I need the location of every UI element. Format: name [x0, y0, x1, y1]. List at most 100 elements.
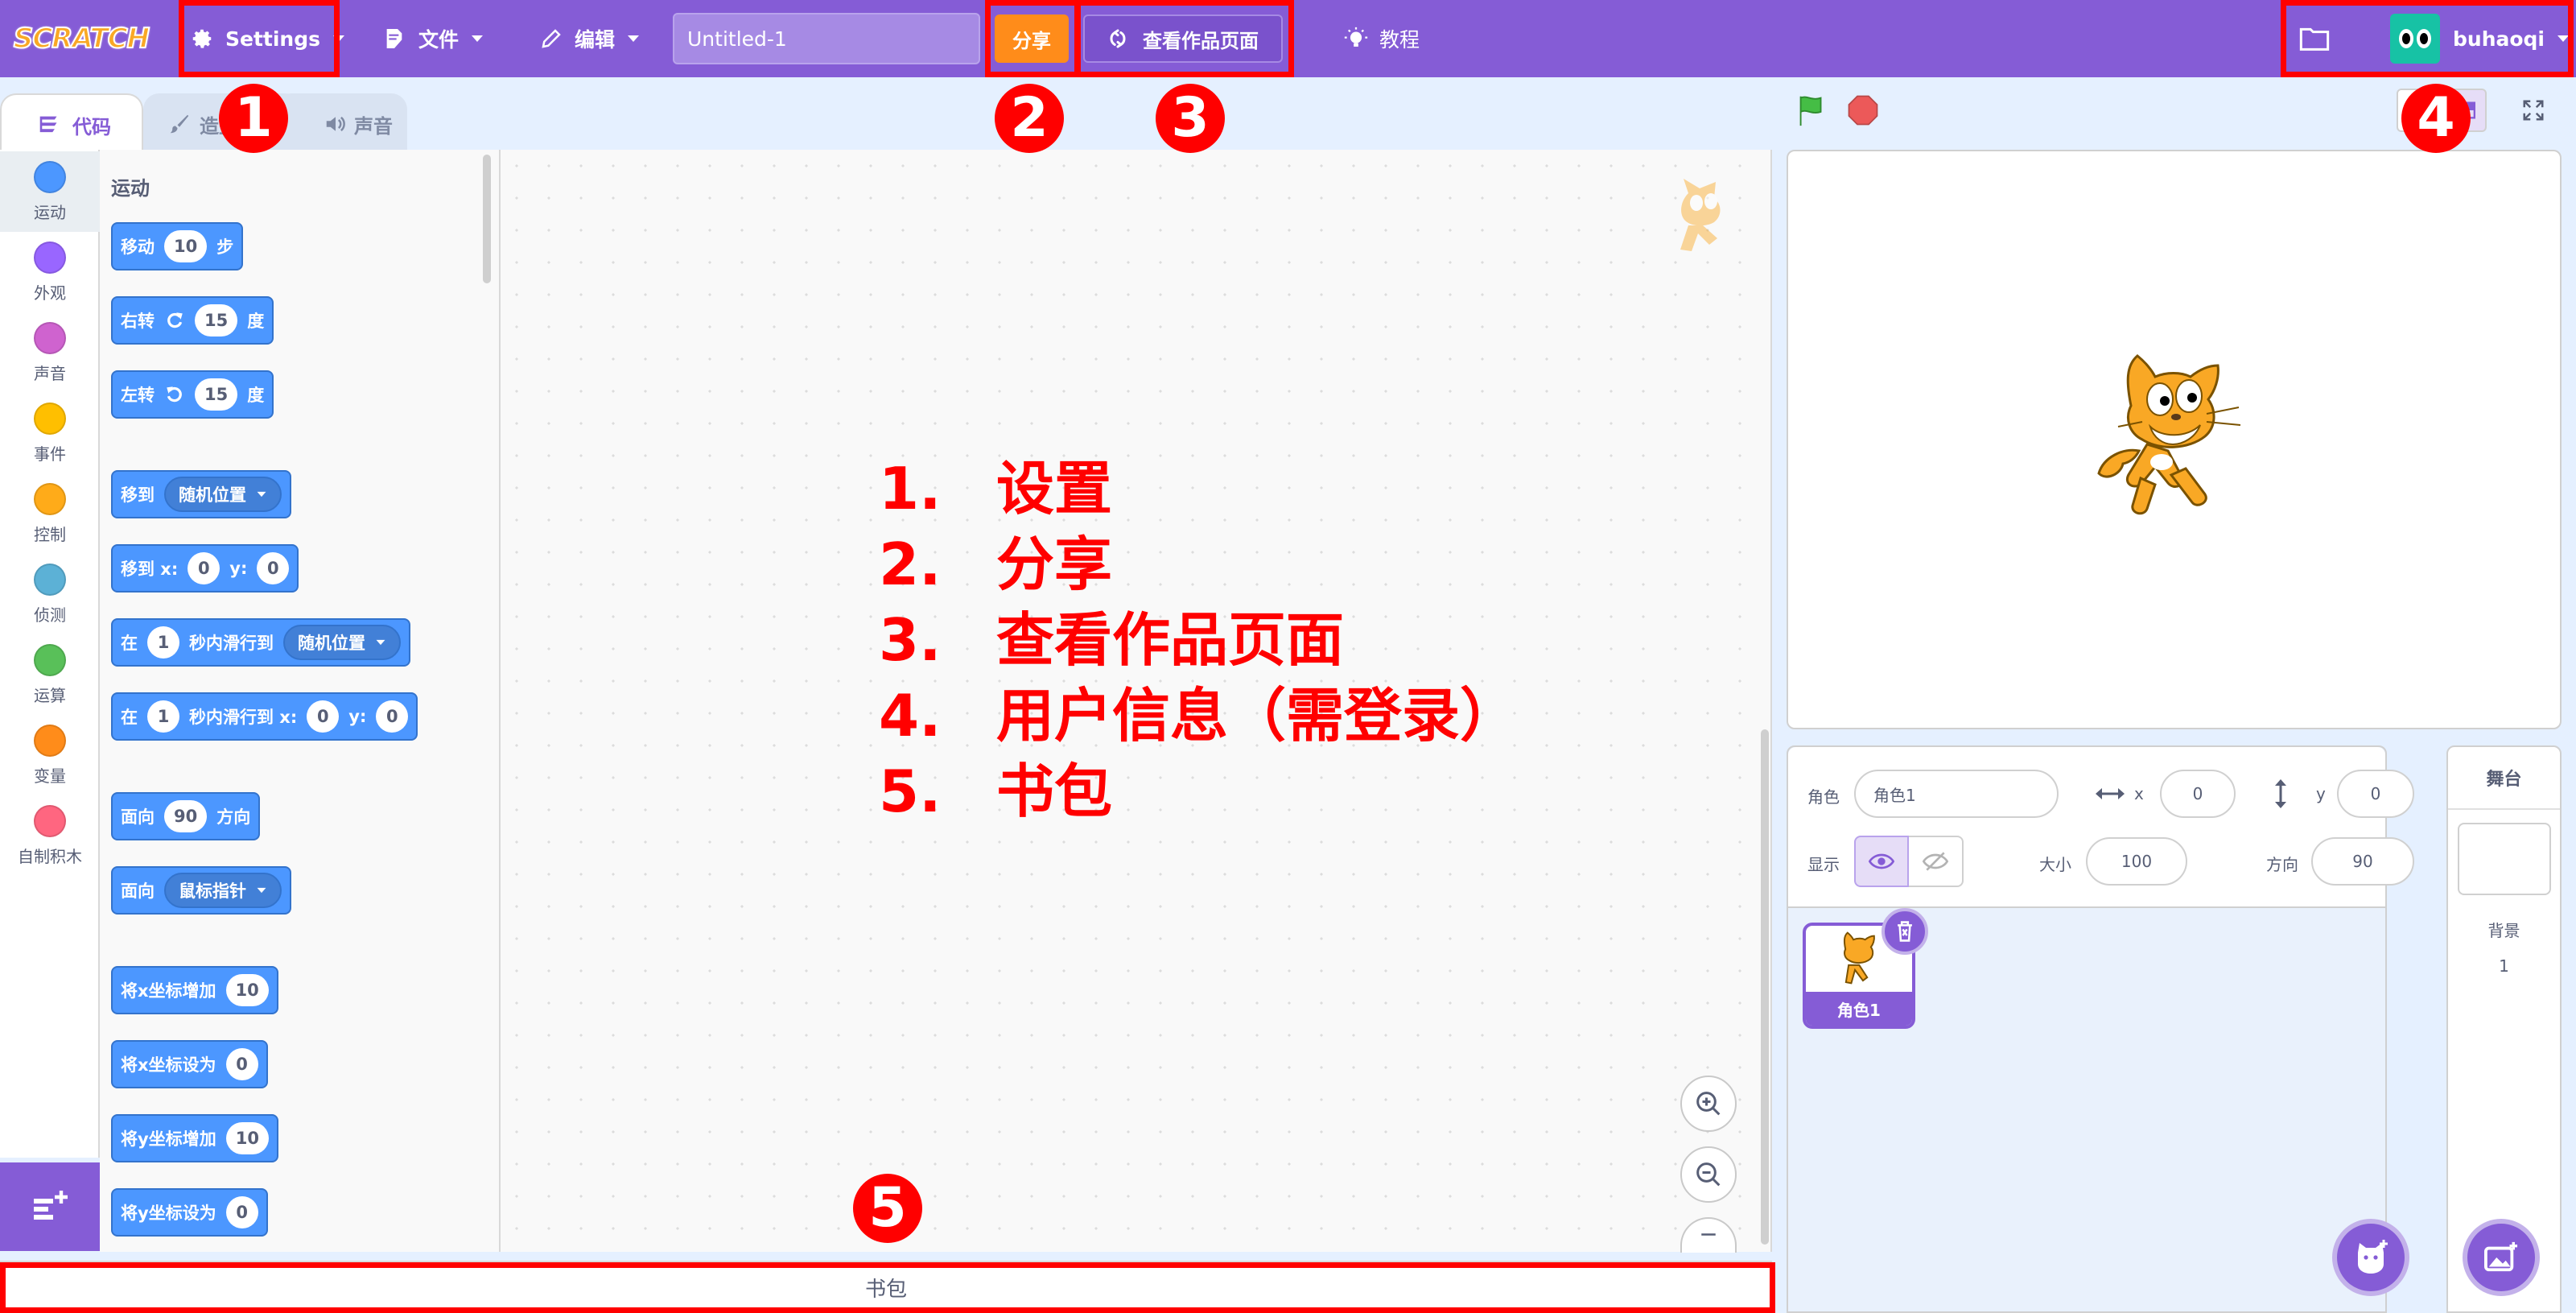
y-position-input[interactable]: 0	[2337, 770, 2414, 818]
block-input[interactable]: 10	[225, 1122, 269, 1154]
category-events[interactable]: 事件	[0, 393, 100, 473]
block-point-towards[interactable]: 面向 鼠标指针	[111, 866, 291, 915]
block-go-to[interactable]: 移到 随机位置	[111, 470, 291, 518]
block-move-steps[interactable]: 移动 10 步	[111, 222, 244, 270]
scratch-cat-sprite[interactable]	[2094, 349, 2255, 520]
file-menu[interactable]: 文件	[381, 0, 484, 77]
tab-code[interactable]: 代码	[0, 93, 143, 155]
workspace-scrollbar[interactable]	[1761, 729, 1769, 1245]
block-input[interactable]: 0	[225, 1196, 258, 1228]
caret-down-icon	[333, 35, 345, 42]
block-input[interactable]: 15	[195, 304, 238, 337]
pencil-icon	[542, 29, 561, 48]
block-set-y[interactable]: 将y坐标设为 0	[111, 1188, 268, 1237]
block-dropdown[interactable]: 随机位置	[164, 477, 282, 512]
file-label: 文件	[418, 28, 460, 52]
stop-icon[interactable]	[1846, 93, 1880, 127]
stage-target-pane[interactable]: 舞台 背景 1	[2446, 745, 2562, 1313]
account-menu[interactable]: buhaoqi	[2390, 0, 2570, 77]
backdrop-add-icon	[2484, 1241, 2518, 1272]
block-go-to-xy[interactable]: 移到 x: 0 y: 0	[111, 544, 299, 593]
backpack-bar[interactable]: 书包	[0, 1261, 1772, 1313]
y-label: y	[2316, 784, 2326, 803]
file-icon	[386, 29, 402, 48]
block-turn-right[interactable]: 右转 15 度	[111, 296, 274, 345]
block-point-direction[interactable]: 面向 90 方向	[111, 792, 261, 840]
block-turn-left[interactable]: 左转 15 度	[111, 370, 274, 419]
block-input[interactable]: 0	[376, 700, 409, 733]
direction-input[interactable]: 90	[2311, 837, 2414, 886]
tutorials-button[interactable]: 教程	[1342, 0, 1420, 77]
show-label: 显示	[1807, 855, 1840, 874]
block-input[interactable]: 10	[225, 974, 269, 1006]
block-change-x[interactable]: 将x坐标增加 10	[111, 966, 278, 1014]
scratch-logo[interactable]: SCRATCH	[13, 18, 150, 60]
x-position-input[interactable]: 0	[2160, 770, 2236, 818]
stage-thumbnail[interactable]	[2458, 823, 2551, 895]
choose-backdrop-button[interactable]	[2463, 1219, 2540, 1296]
edit-menu[interactable]: 编辑	[539, 0, 641, 77]
category-sensing[interactable]: 侦测	[0, 554, 100, 634]
block-input[interactable]: 1	[147, 700, 179, 733]
menu-bar: SCRATCH Settings 文件 编辑 分享 查看作品页面 教程 buha…	[0, 0, 2576, 77]
block-set-x[interactable]: 将x坐标设为 0	[111, 1040, 268, 1088]
block-input[interactable]: 1	[147, 626, 179, 659]
category-sound[interactable]: 声音	[0, 312, 100, 393]
zoom-in-button[interactable]	[1680, 1076, 1737, 1132]
block-dropdown[interactable]: 随机位置	[283, 625, 401, 660]
show-sprite-button[interactable]	[1854, 836, 1909, 887]
block-input[interactable]: 0	[188, 552, 221, 584]
category-operators[interactable]: 运算	[0, 634, 100, 715]
category-motion[interactable]: 运动	[0, 151, 100, 232]
block-glide-to-xy[interactable]: 在 1 秒内滑行到 x: 0 y: 0	[111, 692, 418, 741]
category-my-blocks[interactable]: 自制积木	[0, 795, 100, 876]
category-dot	[34, 563, 66, 596]
settings-menu[interactable]: Settings	[190, 0, 346, 77]
share-button[interactable]: 分享	[995, 14, 1069, 63]
sprite-name-input[interactable]: 角色1	[1854, 770, 2059, 818]
add-extension-button[interactable]	[0, 1162, 100, 1251]
stage-canvas[interactable]	[1787, 150, 2562, 729]
sprite-thumbnail-image	[1843, 931, 1875, 985]
block-text: 步	[216, 237, 234, 257]
palette-scrollbar[interactable]	[483, 155, 491, 283]
code-icon	[39, 116, 57, 133]
zoom-reset-button[interactable]	[1680, 1217, 1737, 1253]
direction-label: 方向	[2266, 855, 2298, 874]
fullscreen-icon	[2523, 100, 2544, 121]
my-stuff-button[interactable]	[2298, 0, 2331, 77]
zoom-out-button[interactable]	[1680, 1146, 1737, 1203]
green-flag-icon[interactable]	[1793, 92, 1830, 129]
block-input[interactable]: 90	[164, 800, 208, 832]
category-control[interactable]: 控制	[0, 473, 100, 554]
equals-icon	[1701, 1233, 1716, 1236]
category-label: 声音	[34, 363, 66, 383]
block-glide-to[interactable]: 在 1 秒内滑行到 随机位置	[111, 618, 410, 667]
size-input[interactable]: 100	[2086, 837, 2187, 886]
block-input[interactable]: 0	[225, 1048, 258, 1080]
caret-down-icon	[2557, 35, 2570, 42]
category-label: 运动	[34, 202, 66, 222]
block-input[interactable]: 15	[195, 378, 238, 411]
category-looks[interactable]: 外观	[0, 232, 100, 312]
block-change-y[interactable]: 将y坐标增加 10	[111, 1114, 278, 1162]
project-title-input[interactable]	[673, 13, 980, 64]
caret-down-icon	[257, 491, 266, 498]
fullscreen-button[interactable]	[2506, 89, 2561, 132]
annotation-item-2: 2. 分享	[879, 526, 1112, 602]
block-input[interactable]: 10	[164, 230, 208, 262]
horizontal-arrows-icon	[2096, 788, 2125, 799]
block-input[interactable]: 0	[307, 700, 340, 733]
block-text: 在	[121, 708, 138, 727]
category-label: 事件	[34, 444, 66, 464]
block-input[interactable]: 0	[257, 552, 290, 584]
sprite-watermark	[1680, 179, 1721, 251]
block-dropdown[interactable]: 鼠标指针	[164, 873, 282, 908]
choose-sprite-button[interactable]	[2332, 1219, 2409, 1296]
hide-sprite-button[interactable]	[1909, 836, 1964, 887]
callout-3: 3	[1156, 84, 1225, 153]
category-variables[interactable]: 变量	[0, 715, 100, 795]
see-project-page-button[interactable]: 查看作品页面	[1083, 14, 1283, 63]
gear-icon	[192, 29, 212, 48]
delete-sprite-button[interactable]	[1882, 908, 1928, 955]
